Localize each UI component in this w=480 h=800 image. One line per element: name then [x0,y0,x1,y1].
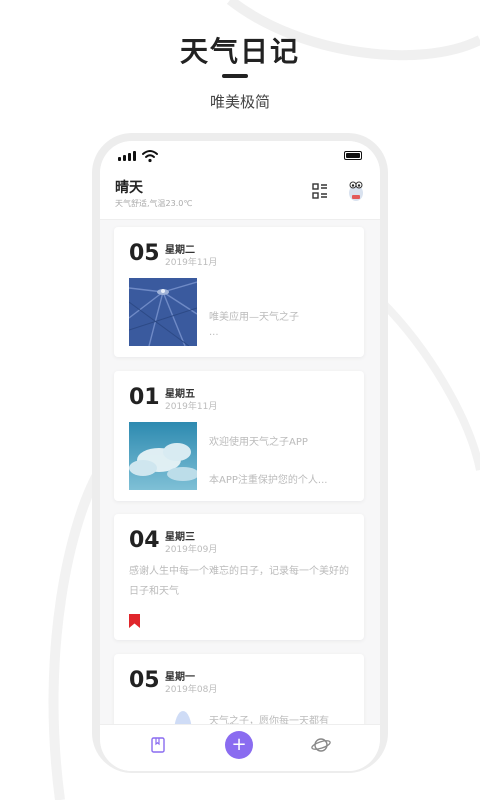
battery-icon [344,151,362,160]
weather-title: 晴天 [115,180,143,196]
entry-snippet: 欢迎使用天气之子APP [209,437,308,448]
entry-day: 01 [129,385,160,410]
wifi-icon [142,150,158,163]
planet-icon[interactable] [311,736,331,754]
entry-weekday: 星期二 [165,245,195,256]
avatar-mascot-icon[interactable] [346,180,366,202]
sky-clouds-photo [129,422,197,490]
entry-year-month: 2019年09月 [165,545,218,555]
diary-card[interactable]: 01 星期五 2019年11月 欢迎使用天气之子APP 本APP注重保护您的个人… [114,371,364,501]
entry-snippet: 本APP注重保护您的个人... [209,475,328,486]
grid-list-icon[interactable] [312,183,328,199]
diary-card[interactable]: 04 星期三 2019年09月 感谢人生中每一个难忘的日子，记录每一个美好的日子… [114,514,364,640]
entry-snippet: 唯美应用—天气之子 [209,312,299,323]
promo-title: 天气日记 [179,35,300,68]
weather-detail: 天气舒适,气温23.0℃ [115,199,193,208]
entry-weekday: 星期五 [165,389,195,400]
diary-book-icon[interactable] [151,737,165,753]
phone-screen: 晴天 天气舒适,气温23.0℃ 05 星期二 2019年11月 唯美应用—天气之… [100,141,380,771]
entry-year-month: 2019年11月 [165,402,218,412]
umbrella-photo [129,278,197,346]
status-bar [100,141,380,171]
entry-year-month: 2019年11月 [165,258,218,268]
entry-weekday: 星期三 [165,532,195,543]
bookmark-icon [129,614,140,628]
add-entry-button[interactable]: + [225,731,253,759]
diary-card[interactable]: 05 星期二 2019年11月 唯美应用—天气之子 ... [114,227,364,357]
entry-weekday: 星期一 [165,672,195,683]
bottom-navigation: + [100,724,380,771]
title-underline [222,74,248,78]
cellular-signal-icon [118,151,136,161]
entry-day: 05 [129,241,160,266]
entry-day: 04 [129,528,160,553]
entry-year-month: 2019年08月 [165,685,218,695]
entry-text: 感谢人生中每一个难忘的日子，记录每一个美好的日子和天气 [129,566,349,597]
app-header: 晴天 天气舒适,气温23.0℃ [100,171,380,220]
entry-day: 05 [129,668,160,693]
promo-subtitle: 唯美极简 [209,93,270,111]
entry-snippet: ... [209,327,219,338]
